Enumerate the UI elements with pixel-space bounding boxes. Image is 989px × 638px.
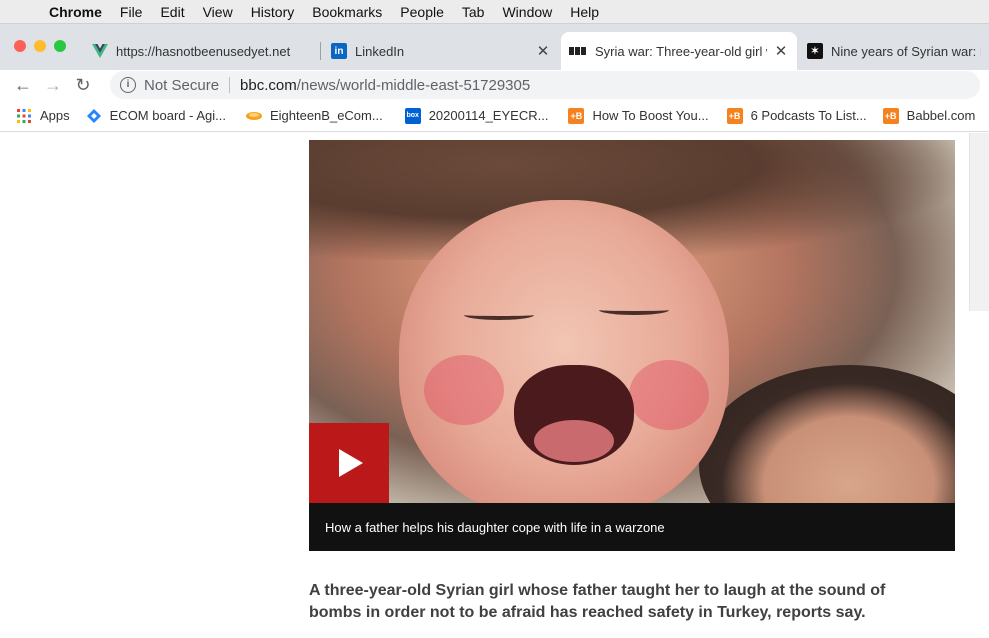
bookmark-babbel[interactable]: +B Babbel.com	[882, 107, 976, 124]
bookmarks-bar: Apps ECOM board - Agi... EighteenB_eCom.…	[0, 100, 989, 132]
tab-hasnotbeenusedyet[interactable]: https://hasnotbeenusedyet.net	[84, 32, 320, 70]
bookmark-label: 6 Podcasts To List...	[750, 108, 867, 123]
bookmark-label: 20200114_EYECR...	[428, 108, 549, 123]
bookmark-eighteenb[interactable]: EighteenB_eCom...	[245, 108, 383, 124]
vue-icon	[92, 43, 108, 59]
menu-people[interactable]: People	[391, 4, 453, 20]
video-frame-cheek	[424, 355, 504, 425]
menu-help[interactable]: Help	[561, 4, 608, 20]
blog-icon: +B	[726, 107, 743, 124]
jira-icon	[86, 108, 102, 124]
site-icon: ✶	[807, 43, 823, 59]
close-tab-icon[interactable]: ✕	[535, 42, 551, 60]
url-host[interactable]: bbc.com	[240, 77, 297, 94]
bookmark-label: Apps	[40, 108, 70, 123]
bookmark-label: Babbel.com	[906, 108, 976, 123]
video-caption: How a father helps his daughter cope wit…	[309, 503, 955, 551]
bookmark-6-podcasts[interactable]: +B 6 Podcasts To List...	[726, 107, 867, 124]
bookmark-apps[interactable]: Apps	[16, 108, 70, 124]
info-icon[interactable]: i	[120, 77, 136, 93]
blog-icon: +B	[568, 107, 585, 124]
article-lede: A three-year-old Syrian girl whose fathe…	[309, 582, 886, 621]
bookmark-label: ECOM board - Agi...	[109, 108, 226, 123]
page-content: How a father helps his daughter cope wit…	[0, 133, 989, 638]
tab-title: Syria war: Three-year-old girl w	[595, 43, 767, 59]
menu-window[interactable]: Window	[493, 4, 561, 20]
menu-history[interactable]: History	[242, 4, 304, 20]
browser-toolbar: ← → ↻ i Not Secure bbc.com /news/world-m…	[0, 70, 989, 100]
tab-title: https://hasnotbeenusedyet.net	[116, 43, 291, 59]
reload-icon[interactable]: ↻	[68, 71, 98, 99]
url-path[interactable]: /news/world-middle-east-51729305	[297, 77, 530, 94]
tab-divider	[320, 42, 321, 60]
sketch-icon	[245, 108, 262, 124]
back-arrow-icon[interactable]: ←	[8, 71, 38, 99]
tab-title: LinkedIn	[355, 43, 405, 59]
security-status[interactable]: Not Secure	[144, 77, 219, 94]
minimize-window-button[interactable]	[34, 40, 46, 52]
zoom-window-button[interactable]	[54, 40, 66, 52]
video-frame-eye	[464, 310, 534, 320]
macos-menu-bar: Chrome File Edit View History Bookmarks …	[0, 0, 989, 24]
video-frame-tongue	[534, 420, 614, 462]
tab-linkedin[interactable]: in LinkedIn ✕	[323, 32, 559, 70]
address-divider	[229, 77, 231, 93]
tab-syria-war-active[interactable]: Syria war: Three-year-old girl w ✕	[561, 32, 797, 70]
bbc-icon	[569, 43, 587, 59]
menu-tab[interactable]: Tab	[453, 4, 494, 20]
menu-app-name[interactable]: Chrome	[40, 4, 111, 20]
tab-title: Nine years of Syrian war: Nin	[831, 43, 981, 59]
scrollbar[interactable]	[969, 133, 989, 311]
tab-nine-years-syrian-war[interactable]: ✶ Nine years of Syrian war: Nin	[799, 32, 989, 70]
bookmark-label: EighteenB_eCom...	[269, 108, 383, 123]
tab-strip: https://hasnotbeenusedyet.net in LinkedI…	[0, 24, 989, 70]
menu-view[interactable]: View	[194, 4, 242, 20]
address-bar[interactable]: i Not Secure bbc.com /news/world-middle-…	[110, 71, 980, 99]
menu-bookmarks[interactable]: Bookmarks	[303, 4, 391, 20]
window-controls	[14, 40, 66, 52]
bookmark-label: How To Boost You...	[592, 108, 709, 123]
bookmark-how-to-boost[interactable]: +B How To Boost You...	[568, 107, 709, 124]
video-frame-eye	[599, 305, 669, 315]
blog-icon: +B	[882, 107, 899, 124]
forward-arrow-icon[interactable]: →	[38, 71, 68, 99]
linkedin-icon: in	[331, 43, 347, 59]
play-icon	[339, 449, 363, 477]
menu-edit[interactable]: Edit	[151, 4, 193, 20]
video-player[interactable]	[309, 140, 955, 503]
close-tab-icon[interactable]: ✕	[773, 42, 789, 60]
close-window-button[interactable]	[14, 40, 26, 52]
menu-file[interactable]: File	[111, 4, 152, 20]
apps-grid-icon	[16, 108, 32, 124]
bookmark-ecom-board[interactable]: ECOM board - Agi...	[86, 108, 226, 124]
video-frame-man	[699, 365, 955, 503]
bookmark-eyecr[interactable]: box 20200114_EYECR...	[404, 107, 549, 124]
video-frame-cheek	[629, 360, 709, 430]
box-icon: box	[404, 107, 421, 124]
play-button[interactable]	[309, 423, 389, 503]
